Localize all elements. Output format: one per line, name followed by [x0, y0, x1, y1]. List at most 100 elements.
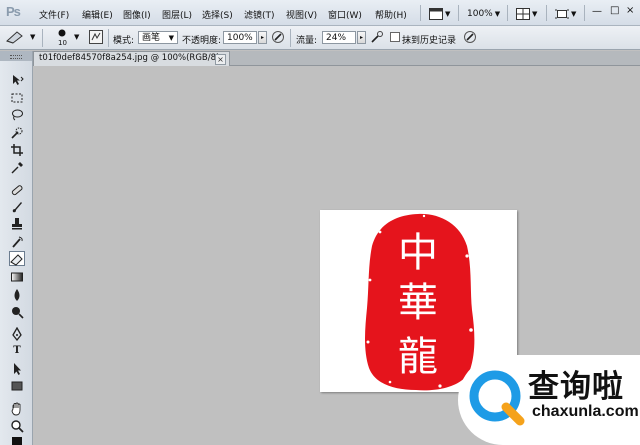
pressure-opacity-toggle[interactable] [271, 30, 285, 47]
options-separator [108, 29, 109, 47]
erase-history-checkbox[interactable] [390, 32, 400, 43]
brush-tool-icon[interactable] [9, 199, 25, 214]
type-tool-icon[interactable]: T [9, 343, 25, 358]
flow-label: 流量: [296, 36, 318, 46]
flow-input[interactable]: 24% [322, 31, 356, 44]
menu-file[interactable]: 文件(F) [39, 8, 69, 21]
document-tab-bar: t01f0def84570f8a254.jpg @ 100%(RGB/8) × [33, 51, 640, 66]
options-separator [290, 29, 291, 47]
healing-brush-tool-icon[interactable] [9, 182, 25, 197]
chevron-down-icon[interactable]: ▼ [74, 33, 79, 41]
menu-image[interactable]: 图像(I) [123, 8, 151, 21]
tool-preset-picker[interactable] [5, 30, 27, 47]
minimize-icon[interactable]: — [592, 6, 602, 17]
mode-label: 模式: [113, 36, 135, 46]
menu-layer[interactable]: 图层(L) [162, 8, 192, 21]
seal-char-2: 華 [398, 280, 438, 326]
pen-pressure-size-icon [464, 31, 476, 43]
menu-separator [584, 5, 585, 21]
flow-value: 24% [326, 33, 347, 43]
color-swatches[interactable] [9, 437, 25, 445]
toolbox-panel: T [0, 51, 33, 445]
chevron-down-icon[interactable]: ▼ [30, 33, 35, 41]
document-tab-title: t01f0def84570f8a254.jpg @ 100%(RGB/8) [39, 53, 220, 63]
path-selection-tool-icon[interactable] [9, 361, 25, 376]
watermark-brand-en: chaxunla.com [532, 403, 639, 420]
menu-help[interactable]: 帮助(H) [375, 8, 407, 21]
menu-separator [458, 5, 459, 21]
eyedropper-tool-icon[interactable] [9, 160, 25, 175]
menu-select[interactable]: 选择(S) [202, 8, 233, 21]
toolbox-grip[interactable] [0, 51, 32, 61]
chevron-down-icon: ▼ [168, 34, 174, 42]
chevron-right-icon: ▸ [260, 34, 264, 41]
move-tool-icon[interactable] [9, 72, 25, 87]
seal-char-1: 中 [398, 230, 438, 276]
pen-tool-icon[interactable] [9, 326, 25, 341]
pen-pressure-icon [272, 31, 284, 43]
opacity-input[interactable]: 100% [223, 31, 257, 44]
brush-panel-toggle[interactable] [89, 30, 103, 47]
history-brush-tool-icon[interactable] [9, 234, 25, 249]
chevron-down-icon: ▼ [571, 9, 577, 18]
mode-value: 画笔 [142, 33, 161, 43]
screen-mode-icon [429, 7, 443, 20]
search-magnifier-icon [469, 370, 525, 426]
clone-stamp-tool-icon[interactable] [9, 216, 25, 231]
foreground-color-swatch[interactable] [12, 437, 22, 445]
close-window-icon[interactable]: × [626, 5, 634, 16]
marquee-tool-icon[interactable] [9, 90, 25, 105]
menu-view[interactable]: 视图(V) [286, 8, 317, 21]
rectangle-tool-icon[interactable] [9, 378, 25, 393]
lasso-tool-icon[interactable] [9, 107, 25, 122]
opacity-label: 不透明度: [182, 36, 222, 46]
brush-tip-icon [58, 29, 66, 37]
close-icon[interactable]: × [215, 54, 226, 65]
screen-layout-button[interactable]: ▼ [554, 4, 577, 23]
brush-panel-icon [89, 30, 103, 44]
quick-selection-tool-icon[interactable] [9, 125, 25, 140]
brush-size-value: 10 [58, 39, 67, 47]
airbrush-icon [371, 31, 383, 43]
arrange-documents-button[interactable]: ▼ [515, 4, 538, 23]
screen-mode-button[interactable]: ▼ [428, 4, 451, 23]
seal-char-3: 龍 [398, 334, 438, 380]
menu-edit[interactable]: 编辑(E) [82, 8, 113, 21]
watermark-brand-cn: 查询啦 [528, 369, 624, 405]
eraser-tool-icon[interactable] [9, 251, 25, 266]
zoom-level: 100% [467, 8, 493, 19]
opacity-value: 100% [227, 33, 253, 43]
chevron-down-icon: ▼ [445, 9, 451, 18]
options-separator [42, 29, 43, 47]
zoom-dropdown[interactable]: 100% ▼ [466, 4, 501, 23]
photoshop-logo: Ps [6, 4, 21, 19]
opacity-slider-button[interactable]: ▸ [258, 31, 267, 44]
pressure-size-toggle[interactable] [463, 30, 477, 47]
hand-tool-icon[interactable] [9, 401, 25, 416]
screen-layout-icon [555, 9, 569, 18]
eraser-icon [6, 31, 23, 44]
chevron-down-icon: ▼ [494, 9, 501, 18]
airbrush-toggle[interactable] [370, 30, 384, 47]
menu-bar: Ps 文件(F) 编辑(E) 图像(I) 图层(L) 选择(S) 滤镜(T) 视… [0, 0, 640, 26]
options-bar: ▼ 10 ▼ 模式: 画笔 ▼ 不透明度: 100% ▸ 流量: 24% ▸ 抹… [0, 26, 640, 50]
mode-select[interactable]: 画笔 ▼ [138, 31, 178, 44]
menu-separator [507, 5, 508, 21]
menu-window[interactable]: 窗口(W) [328, 8, 362, 21]
menu-separator [420, 5, 421, 21]
blur-tool-icon[interactable] [9, 287, 25, 302]
flow-slider-button[interactable]: ▸ [357, 31, 366, 44]
document-tab[interactable]: t01f0def84570f8a254.jpg @ 100%(RGB/8) × [33, 51, 230, 66]
maximize-icon[interactable]: □ [610, 5, 619, 16]
dodge-tool-icon[interactable] [9, 304, 25, 319]
arrange-icon [516, 7, 530, 20]
zoom-tool-icon[interactable] [9, 418, 25, 433]
chevron-right-icon: ▸ [359, 34, 363, 41]
gradient-tool-icon[interactable] [9, 269, 25, 284]
crop-tool-icon[interactable] [9, 142, 25, 157]
menu-separator [546, 5, 547, 21]
watermark-logo: 查询啦 chaxunla.com [458, 355, 640, 445]
erase-history-label: 抹到历史记录 [402, 36, 457, 46]
menu-filter[interactable]: 滤镜(T) [244, 8, 275, 21]
checkbox-box [390, 32, 400, 42]
